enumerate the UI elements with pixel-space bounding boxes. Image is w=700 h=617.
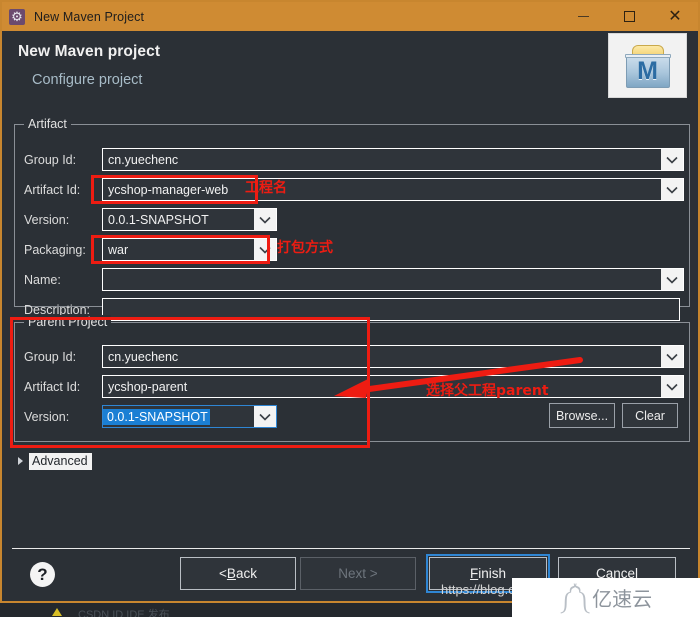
packaging-label: Packaging: [24,242,86,257]
annotation-text-packaging: 打包方式 [277,240,333,256]
field-row-artifact-id: Artifact Id: ycshop-manager-web [24,178,684,201]
maximize-button[interactable] [606,2,652,31]
maven-box-icon: M [623,42,673,90]
warning-icon [52,608,62,616]
advanced-expander[interactable]: Advanced [18,452,92,470]
annotation-text-artifact-id: 工程名 [245,180,287,196]
field-row-version: Version: 0.0.1-SNAPSHOT [24,208,684,231]
footer-divider [12,548,690,549]
wizard-header: New Maven project Configure project M [2,31,698,114]
packaging-value: war [108,242,129,257]
maven-logo-letter: M [637,56,658,85]
page-subtitle: Configure project [32,72,143,88]
artifact-id-input[interactable]: ycshop-manager-web [102,178,684,201]
back-button-label: ack [235,566,257,581]
artifact-group-id-input[interactable]: cn.yuechenc [102,148,684,171]
parent-artifact-id-value: ycshop-parent [108,379,188,394]
minimize-icon [577,16,589,17]
field-row-name: Name: [24,268,684,291]
parent-version-value: 0.0.1-SNAPSHOT [103,408,210,425]
back-button-prefix: < [219,566,227,581]
field-row-artifact-group-id: Group Id: cn.yuechenc [24,148,684,171]
field-row-description: Description: [24,298,684,321]
new-maven-project-dialog: ⚙ New Maven Project ✕ New Maven project … [0,0,700,603]
artifact-group-id-value: cn.yuechenc [108,152,179,167]
parent-version-label: Version: [24,409,70,424]
version-input[interactable]: 0.0.1-SNAPSHOT [102,208,277,231]
annotation-text-parent: 选择父工程parent [426,383,549,399]
version-value: 0.0.1-SNAPSHOT [108,212,209,227]
parent-project-legend: Parent Project [24,315,112,329]
parent-group-id-label: Group Id: [24,349,77,364]
window-title: New Maven Project [34,9,145,24]
window-controls: ✕ [560,2,698,31]
gear-glyph: ⚙ [11,8,23,24]
chevron-down-icon[interactable] [661,269,683,290]
back-button[interactable]: < Back [180,557,296,590]
field-row-parent-group-id: Group Id: cn.yuechenc [24,345,684,368]
chevron-down-icon[interactable] [661,149,683,170]
advanced-label: Advanced [29,452,92,470]
description-input[interactable] [102,298,680,321]
brand-watermark: ༼༽ 亿速云 [512,578,700,617]
close-icon: ✕ [668,7,682,25]
minimize-button[interactable] [560,2,606,31]
parent-version-input[interactable]: 0.0.1-SNAPSHOT [102,405,277,428]
artifact-group-legend: Artifact [24,117,71,131]
finish-button-accel: F [469,566,479,581]
name-label: Name: [24,272,61,287]
next-button: Next > [300,557,416,590]
maven-logo: M [608,33,687,98]
chevron-right-icon [18,457,23,465]
artifact-id-value: ycshop-manager-web [108,182,229,197]
chevron-down-icon[interactable] [254,406,276,427]
chevron-down-icon[interactable] [254,239,276,260]
title-bar: ⚙ New Maven Project ✕ [2,2,698,31]
clear-button[interactable]: Clear [622,403,678,428]
cloud-icon: ༼༽ [559,586,588,609]
version-label: Version: [24,212,70,227]
parent-group-id-input[interactable]: cn.yuechenc [102,345,684,368]
name-input[interactable] [102,268,684,291]
packaging-input[interactable]: war [102,238,277,261]
chevron-down-icon[interactable] [661,179,683,200]
parent-artifact-id-label: Artifact Id: [24,379,81,394]
parent-group-id-value: cn.yuechenc [108,349,179,364]
back-button-accel: B [226,566,236,581]
chevron-down-icon[interactable] [661,376,683,397]
browse-button[interactable]: Browse... [549,403,615,428]
background-ghost-text: CSDN ID IDE 发布 [78,609,170,617]
artifact-id-label: Artifact Id: [24,182,81,197]
page-title: New Maven project [18,43,161,60]
parent-artifact-id-input[interactable]: ycshop-parent [102,375,684,398]
wizard-body: Artifact Group Id: cn.yuechenc Artifact … [2,114,698,548]
close-button[interactable]: ✕ [652,2,698,31]
field-row-packaging: Packaging: war [24,238,684,261]
finish-button-label: inish [478,566,506,581]
gear-icon: ⚙ [9,8,25,25]
brand-watermark-text: 亿速云 [592,587,653,611]
chevron-down-icon[interactable] [254,209,276,230]
screenshot-root: ⚙ New Maven Project ✕ New Maven project … [0,0,700,617]
help-button[interactable]: ? [30,562,55,587]
artifact-group-id-label: Group Id: [24,152,77,167]
maximize-icon [623,11,635,22]
next-button-label: Next > [338,566,378,581]
chevron-down-icon[interactable] [661,346,683,367]
field-row-parent-artifact-id: Artifact Id: ycshop-parent [24,375,684,398]
